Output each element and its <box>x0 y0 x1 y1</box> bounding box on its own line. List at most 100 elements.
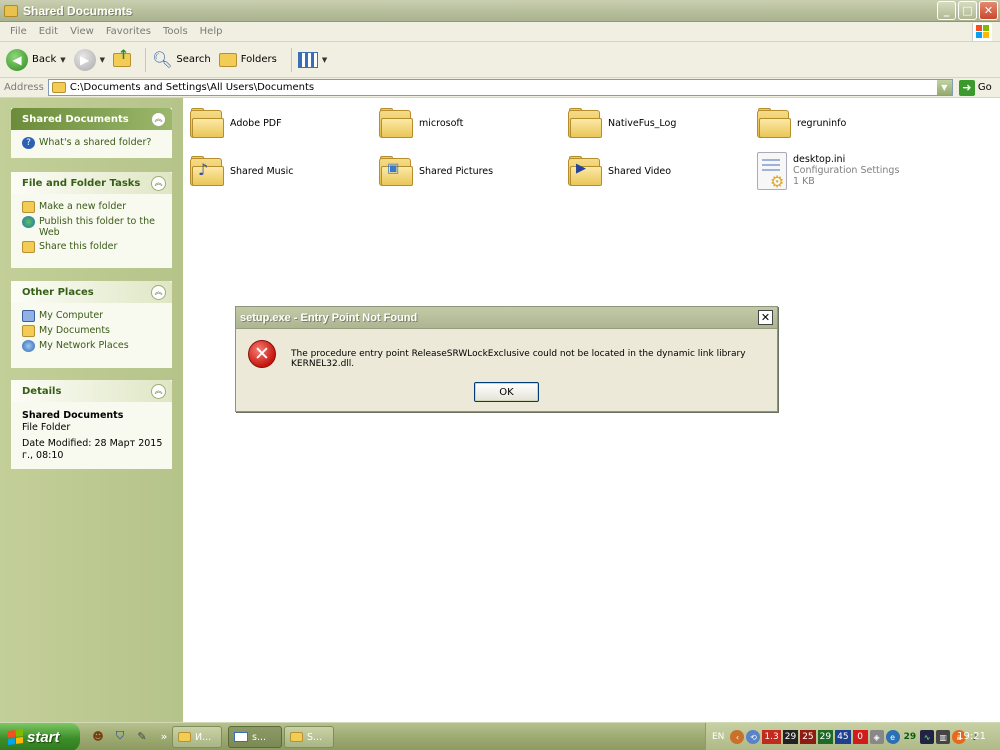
file-item[interactable]: ♪ Shared Music <box>190 156 294 186</box>
go-button[interactable]: ➜ Go <box>958 79 992 96</box>
menu-favorites[interactable]: Favorites <box>100 26 157 37</box>
close-button[interactable]: ✕ <box>979 1 998 20</box>
taskbar-task[interactable]: s... <box>228 726 282 748</box>
back-button[interactable]: ◀ Back ▼ <box>6 48 66 71</box>
views-icon <box>297 51 318 68</box>
place-label: My Network Places <box>39 340 129 351</box>
panel-title: Shared Documents <box>22 113 129 125</box>
shield-icon[interactable]: ◈ <box>869 730 884 744</box>
start-button[interactable]: start <box>0 723 80 750</box>
folders-button[interactable]: Folders <box>218 52 277 67</box>
chevron-down-icon[interactable]: ▼ <box>322 56 327 64</box>
file-item[interactable]: ▶ Shared Video <box>568 156 671 186</box>
tray-badge[interactable]: 45 <box>835 730 851 744</box>
task-share-folder[interactable]: Share this folder <box>22 241 164 253</box>
address-input[interactable]: C:\Documents and Settings\All Users\Docu… <box>47 79 953 96</box>
minimize-button[interactable]: _ <box>937 1 956 20</box>
folder-icon <box>568 108 602 138</box>
file-name: Shared Pictures <box>419 166 494 177</box>
place-my-documents[interactable]: My Documents <box>22 325 164 337</box>
back-arrow-icon[interactable]: ‹ <box>730 730 745 744</box>
panel-header[interactable]: File and Folder Tasks ︽ <box>11 172 172 194</box>
tools-icon[interactable]: ✎ <box>134 728 150 744</box>
task-label: Make a new folder <box>39 201 127 212</box>
panel-header[interactable]: Shared Documents ︽ <box>11 108 172 130</box>
forward-button[interactable]: ▶ ▼ <box>73 48 105 71</box>
collapse-icon[interactable]: ︽ <box>151 111 166 127</box>
collapse-icon[interactable]: ︽ <box>151 383 166 399</box>
menu-view[interactable]: View <box>64 26 100 37</box>
documents-icon <box>22 325 35 337</box>
windows-flag-icon <box>8 728 23 746</box>
chevron-down-icon[interactable]: ▼ <box>60 56 65 64</box>
panel-header[interactable]: Details ︽ <box>11 380 172 402</box>
language-indicator[interactable]: EN <box>712 732 724 742</box>
place-my-computer[interactable]: My Computer <box>22 310 164 322</box>
toolbar-separator <box>145 47 147 72</box>
network-icon <box>22 340 35 352</box>
dialog-message: The procedure entry point ReleaseSRWLock… <box>291 349 746 369</box>
error-icon: ✕ <box>248 340 276 368</box>
tray-badge[interactable]: 29 <box>902 730 919 744</box>
views-button[interactable]: ▼ <box>297 51 327 68</box>
file-item[interactable]: NativeFus_Log <box>568 108 676 138</box>
file-name: Shared Video <box>608 166 672 177</box>
tray-badge[interactable]: 29 <box>782 730 799 744</box>
file-item[interactable]: regruninfo <box>757 108 846 138</box>
error-dialog: setup.exe - Entry Point Not Found ✕ ✕ Th… <box>235 306 778 412</box>
cpu-icon[interactable]: ▥ <box>936 730 951 744</box>
folders-label: Folders <box>240 54 277 65</box>
help-icon: ? <box>22 137 35 149</box>
monitor-icon[interactable]: ∿ <box>920 730 935 744</box>
tray-badge[interactable]: 25 <box>800 730 816 744</box>
file-size: 1 KB <box>793 176 815 187</box>
music-folder-icon: ♪ <box>190 156 224 186</box>
panel-title: File and Folder Tasks <box>22 177 141 189</box>
panel-header[interactable]: Other Places ︽ <box>11 281 172 303</box>
taskbar-task[interactable]: И... <box>172 726 222 748</box>
up-button[interactable]: ↑ <box>113 48 132 67</box>
toolbar-separator <box>290 47 292 72</box>
place-label: My Computer <box>39 310 104 321</box>
menu-file[interactable]: File <box>4 26 33 37</box>
pictures-folder-icon: ▣ <box>379 156 413 186</box>
maximize-button[interactable]: □ <box>958 1 977 20</box>
tray-badge[interactable]: 1.3 <box>762 730 781 744</box>
cat-icon[interactable]: ☻ <box>90 728 106 744</box>
file-item[interactable]: Adobe PDF <box>190 108 282 138</box>
file-item[interactable]: ⚙ desktop.ini Configuration Settings 1 K… <box>757 152 900 191</box>
chevron-right-icon[interactable]: » <box>156 728 172 744</box>
clock: 19:21 <box>957 731 986 742</box>
collapse-icon[interactable]: ︽ <box>151 284 166 300</box>
taskbar-task[interactable]: S... <box>284 726 334 748</box>
file-item[interactable]: ▣ Shared Pictures <box>379 156 493 186</box>
folder-icon <box>379 108 413 138</box>
e-icon[interactable]: e <box>885 730 900 744</box>
folder-icon <box>190 108 224 138</box>
task-publish-to-web[interactable]: Publish this folder to the Web <box>22 216 164 238</box>
taskbar: start ☻ ⛉ ✎ » И... s... S... EN ‹ ⟲ 1.3 … <box>0 722 1000 750</box>
menu-tools[interactable]: Tools <box>157 26 194 37</box>
folders-icon <box>218 52 237 67</box>
chevron-down-icon[interactable]: ▼ <box>100 56 105 64</box>
folder-icon <box>178 732 191 742</box>
address-dropdown-icon[interactable]: ▼ <box>936 80 952 95</box>
file-item[interactable]: microsoft <box>379 108 463 138</box>
network-icon[interactable]: ⟲ <box>746 730 761 744</box>
menu-help[interactable]: Help <box>194 26 229 37</box>
file-name: microsoft <box>419 118 464 129</box>
shield-icon[interactable]: ⛉ <box>112 728 128 744</box>
search-button[interactable]: 🔍︎ Search <box>152 50 211 69</box>
quick-launch: ☻ ⛉ ✎ » <box>90 728 172 744</box>
ok-button[interactable]: OK <box>474 382 539 402</box>
tray-badge[interactable]: 29 <box>817 730 834 744</box>
task-shared-folder-help[interactable]: ? What's a shared folder? <box>22 137 164 149</box>
dialog-close-button[interactable]: ✕ <box>758 310 773 325</box>
dialog-title-bar: setup.exe - Entry Point Not Found <box>236 307 777 329</box>
tray-badge[interactable]: 0 <box>852 730 868 744</box>
file-type: Configuration Settings <box>793 165 900 176</box>
collapse-icon[interactable]: ︽ <box>151 175 166 191</box>
task-make-new-folder[interactable]: Make a new folder <box>22 201 164 213</box>
place-my-network-places[interactable]: My Network Places <box>22 340 164 352</box>
menu-edit[interactable]: Edit <box>33 26 64 37</box>
